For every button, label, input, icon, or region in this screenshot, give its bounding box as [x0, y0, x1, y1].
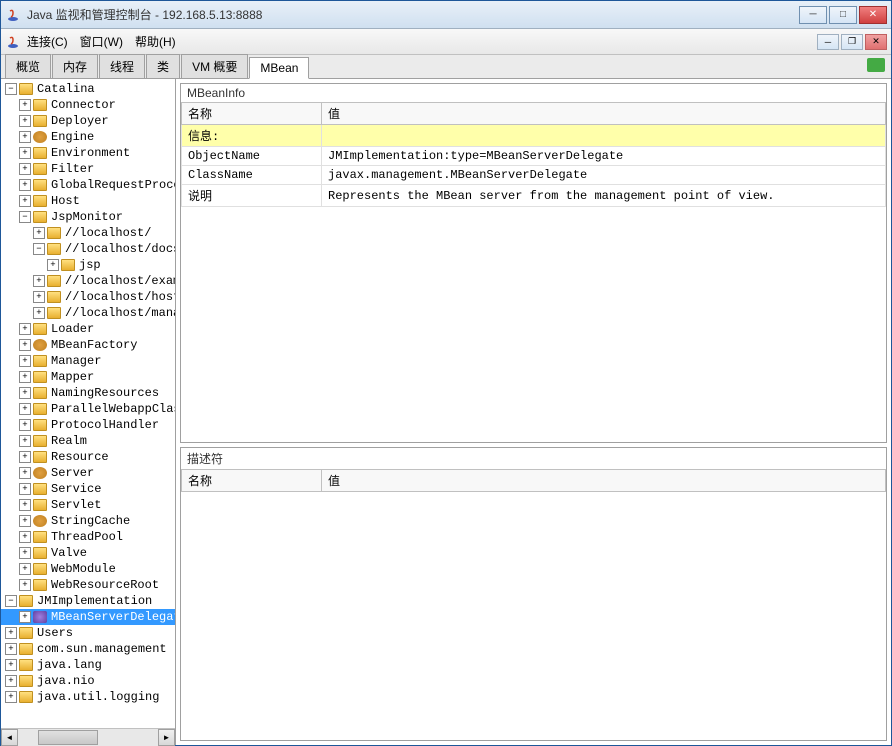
tree-node[interactable]: +Resource — [1, 449, 175, 465]
descriptor-title: 描述符 — [181, 448, 886, 469]
descriptor-panel: 描述符 名称 值 — [180, 447, 887, 741]
tree-node[interactable]: +Host — [1, 193, 175, 209]
tree-node[interactable]: +jsp — [1, 257, 175, 273]
tree-node[interactable]: +Loader — [1, 321, 175, 337]
tab-overview[interactable]: 概览 — [5, 54, 51, 78]
internal-close-button[interactable]: ✕ — [865, 34, 887, 50]
tree-node[interactable]: +java.util.logging — [1, 689, 175, 705]
table-row[interactable]: ClassNamejavax.management.MBeanServerDel… — [182, 166, 886, 185]
menu-window[interactable]: 窗口(W) — [80, 33, 123, 50]
tree-pane: −Catalina +Connector +Deployer +Engine +… — [1, 79, 176, 745]
scroll-thumb[interactable] — [38, 730, 98, 745]
tab-threads[interactable]: 线程 — [99, 54, 145, 78]
tree-node[interactable]: +Connector — [1, 97, 175, 113]
mbeaninfo-title: MBeanInfo — [181, 84, 886, 102]
titlebar: Java 监视和管理控制台 - 192.168.5.13:8888 ─ □ ✕ — [1, 1, 891, 29]
mbean-tree[interactable]: −Catalina +Connector +Deployer +Engine +… — [1, 79, 175, 728]
refresh-icon[interactable] — [867, 58, 885, 72]
tree-node[interactable]: +Engine — [1, 129, 175, 145]
tree-node[interactable]: +Server — [1, 465, 175, 481]
table-row-info[interactable]: 信息: — [182, 125, 886, 147]
menubar: 连接(C) 窗口(W) 帮助(H) ─ ❐ ✕ — [1, 29, 891, 55]
scroll-track[interactable] — [18, 729, 158, 746]
tree-node[interactable]: +StringCache — [1, 513, 175, 529]
tree-node[interactable]: +Service — [1, 481, 175, 497]
java-icon — [5, 7, 21, 23]
maximize-button[interactable]: □ — [829, 6, 857, 24]
tree-node[interactable]: +Environment — [1, 145, 175, 161]
menu-connect[interactable]: 连接(C) — [27, 33, 68, 50]
tree-node-jmimpl[interactable]: −JMImplementation — [1, 593, 175, 609]
tree-node[interactable]: +//localhost/examples — [1, 273, 175, 289]
tree-node-mbeanserverdelegate[interactable]: +MBeanServerDelegate — [1, 609, 175, 625]
tree-node[interactable]: +Servlet — [1, 497, 175, 513]
tree-node[interactable]: +NamingResources — [1, 385, 175, 401]
tree-node[interactable]: +//localhost/manager — [1, 305, 175, 321]
tree-node[interactable]: +Valve — [1, 545, 175, 561]
menu-help[interactable]: 帮助(H) — [135, 33, 176, 50]
window-title: Java 监视和管理控制台 - 192.168.5.13:8888 — [27, 6, 799, 23]
col-value[interactable]: 值 — [322, 470, 886, 492]
tree-node[interactable]: +ThreadPool — [1, 529, 175, 545]
tree-node[interactable]: +java.lang — [1, 657, 175, 673]
detail-pane: MBeanInfo 名称 值 信息: ObjectNameJMImplement… — [176, 79, 891, 745]
tree-node[interactable]: +ParallelWebappClassLoader — [1, 401, 175, 417]
tree-horizontal-scrollbar[interactable]: ◄ ► — [1, 728, 175, 745]
content-area: −Catalina +Connector +Deployer +Engine +… — [1, 79, 891, 745]
scroll-right-button[interactable]: ► — [158, 729, 175, 746]
table-row[interactable]: 说明Represents the MBean server from the m… — [182, 185, 886, 207]
main-window: Java 监视和管理控制台 - 192.168.5.13:8888 ─ □ ✕ … — [0, 0, 892, 746]
tab-mbeans[interactable]: MBean — [249, 57, 309, 79]
tree-node[interactable]: +Mapper — [1, 369, 175, 385]
scroll-left-button[interactable]: ◄ — [1, 729, 18, 746]
tree-node[interactable]: +MBeanFactory — [1, 337, 175, 353]
tree-node[interactable]: +ProtocolHandler — [1, 417, 175, 433]
col-name[interactable]: 名称 — [182, 103, 322, 125]
tree-node[interactable]: +Manager — [1, 353, 175, 369]
tree-node[interactable]: +Realm — [1, 433, 175, 449]
tree-node[interactable]: +com.sun.management — [1, 641, 175, 657]
java-icon — [5, 34, 21, 50]
tree-node[interactable]: +Deployer — [1, 113, 175, 129]
col-name[interactable]: 名称 — [182, 470, 322, 492]
descriptor-table: 名称 值 — [181, 469, 886, 492]
tree-node[interactable]: −JspMonitor — [1, 209, 175, 225]
tree-node[interactable]: +WebResourceRoot — [1, 577, 175, 593]
tree-node[interactable]: +Filter — [1, 161, 175, 177]
tree-node-catalina[interactable]: −Catalina — [1, 81, 175, 97]
tab-memory[interactable]: 内存 — [52, 54, 98, 78]
tree-node[interactable]: +//localhost/host-manager — [1, 289, 175, 305]
mbeaninfo-table: 名称 值 信息: ObjectNameJMImplementation:type… — [181, 102, 886, 207]
tree-node[interactable]: +Users — [1, 625, 175, 641]
minimize-button[interactable]: ─ — [799, 6, 827, 24]
col-value[interactable]: 值 — [322, 103, 886, 125]
internal-restore-button[interactable]: ❐ — [841, 34, 863, 50]
tab-vm-summary[interactable]: VM 概要 — [181, 54, 248, 78]
tree-node[interactable]: +java.nio — [1, 673, 175, 689]
close-button[interactable]: ✕ — [859, 6, 887, 24]
tab-classes[interactable]: 类 — [146, 54, 180, 78]
tree-node[interactable]: +GlobalRequestProcessor — [1, 177, 175, 193]
tree-node[interactable]: −//localhost/docs — [1, 241, 175, 257]
table-row[interactable]: ObjectNameJMImplementation:type=MBeanSer… — [182, 147, 886, 166]
tabbar: 概览 内存 线程 类 VM 概要 MBean — [1, 55, 891, 79]
tree-node[interactable]: +WebModule — [1, 561, 175, 577]
tree-node[interactable]: +//localhost/ — [1, 225, 175, 241]
mbeaninfo-panel: MBeanInfo 名称 值 信息: ObjectNameJMImplement… — [180, 83, 887, 443]
internal-minimize-button[interactable]: ─ — [817, 34, 839, 50]
